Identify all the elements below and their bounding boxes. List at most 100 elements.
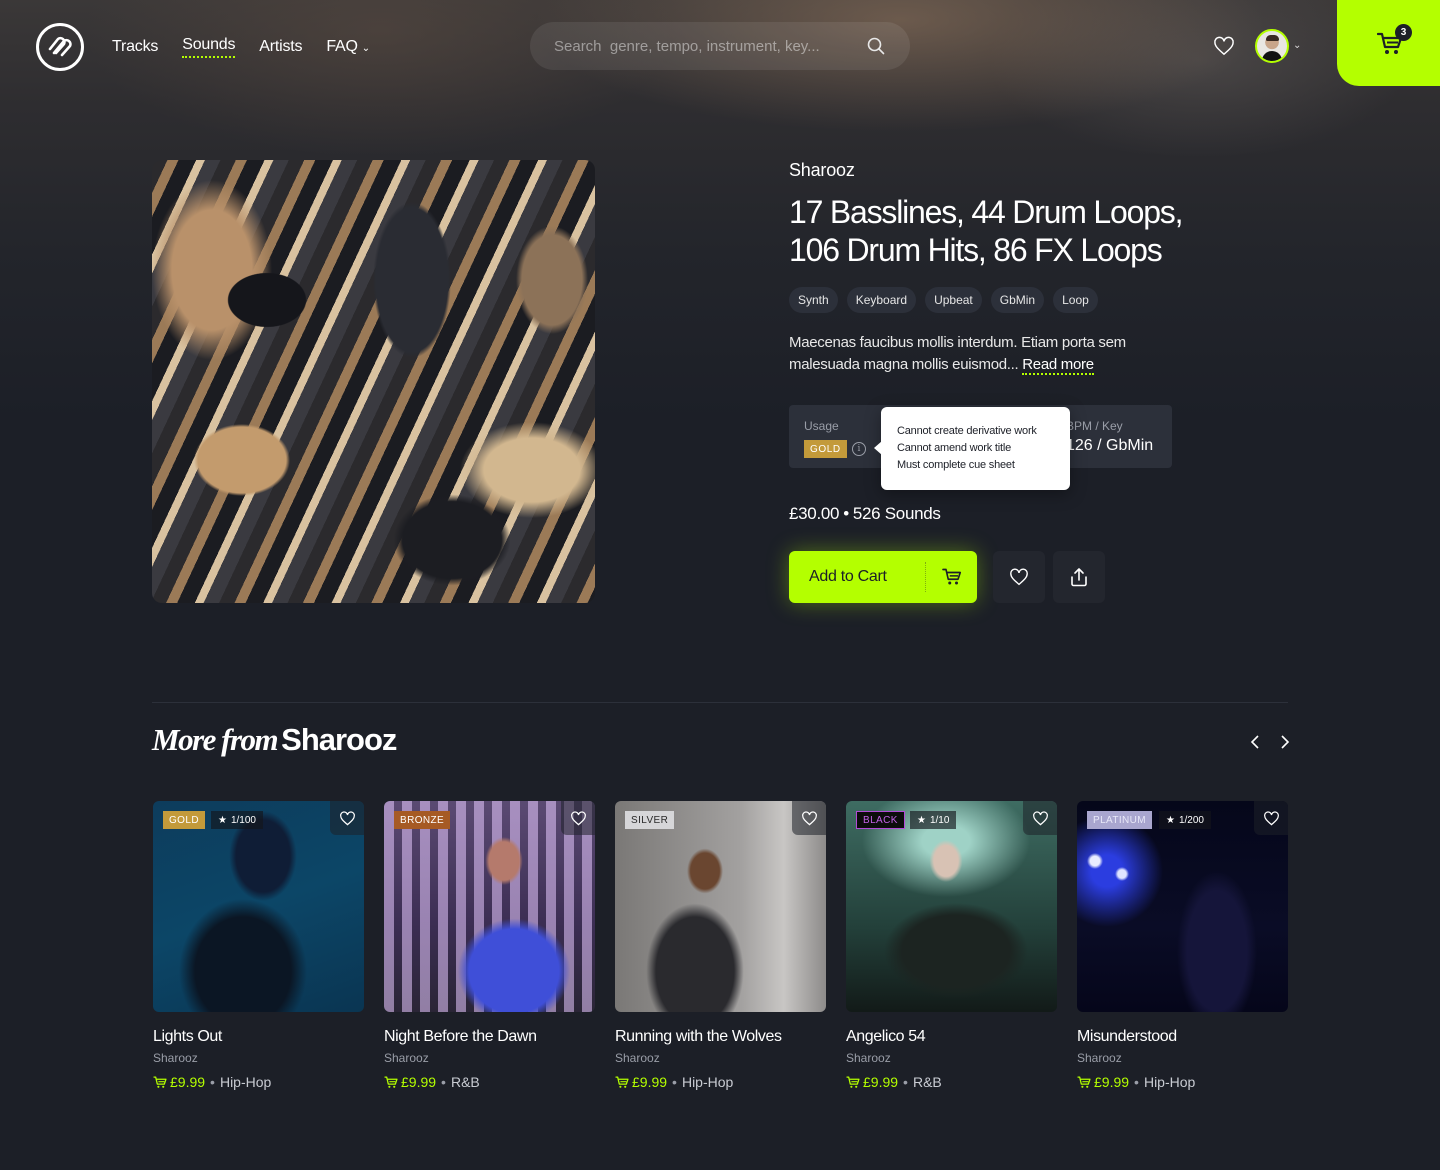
read-more-link[interactable]: Read more <box>1022 356 1094 375</box>
card-title[interactable]: Angelico 54 <box>846 1028 1057 1046</box>
cart-icon[interactable] <box>153 1075 167 1089</box>
price-line: £30.00 • 526 Sounds <box>789 504 941 524</box>
chevron-left-icon <box>1250 735 1259 749</box>
tooltip-line: Cannot amend work title <box>897 442 1012 454</box>
add-to-cart-label: Add to Cart <box>809 568 887 585</box>
card-image[interactable]: BRONZE <box>384 801 595 1012</box>
card-title[interactable]: Night Before the Dawn <box>384 1028 595 1046</box>
cart-icon[interactable] <box>846 1075 860 1089</box>
share-button[interactable] <box>1053 551 1105 603</box>
sound-card: PLATINUM ★ 1/200 Misunderstood Sharooz £9… <box>1077 801 1288 1090</box>
card-title[interactable]: Misunderstood <box>1077 1028 1288 1046</box>
sound-count: 526 Sounds <box>852 504 941 523</box>
edition-badge: ★ 1/200 <box>1159 811 1211 829</box>
album-cover <box>152 160 595 603</box>
separator: • <box>210 1074 215 1090</box>
separator: • <box>843 504 849 523</box>
button-divider <box>925 562 926 592</box>
card-price: £9.99 <box>170 1074 206 1090</box>
star-icon: ★ <box>917 814 926 826</box>
chevron-down-icon[interactable]: ⌄ <box>1293 40 1301 51</box>
favorite-button[interactable] <box>993 551 1045 603</box>
card-artist[interactable]: Sharooz <box>153 1051 364 1065</box>
chevron-down-icon: ⌄ <box>361 42 370 54</box>
user-avatar[interactable] <box>1255 29 1289 63</box>
more-from-heading: More from Sharooz <box>152 722 397 758</box>
tag-chip[interactable]: Synth <box>789 287 838 313</box>
carousel-prev-button[interactable] <box>1245 731 1265 753</box>
card-favorite-button[interactable] <box>1254 801 1288 835</box>
card-genre: Hip-Hop <box>219 1074 272 1090</box>
nav-artists[interactable]: Artists <box>259 36 302 58</box>
card-artist[interactable]: Sharooz <box>846 1051 1057 1065</box>
tooltip-line: Cannot create derivative work <box>897 425 1037 437</box>
product-title: 17 Basslines, 44 Drum Loops, 106 Drum Hi… <box>789 194 1183 268</box>
nav-tracks[interactable]: Tracks <box>112 36 158 58</box>
edition-text: 1/200 <box>1178 814 1204 826</box>
product-price: £30.00 <box>789 504 840 523</box>
card-favorite-button[interactable] <box>330 801 364 835</box>
card-price-line: £9.99 • Hip-Hop <box>153 1074 364 1090</box>
sound-card: BLACK ★ 1/10 Angelico 54 Sharooz £9.99 • … <box>846 801 1057 1090</box>
info-icon[interactable]: i <box>852 442 866 456</box>
cart-icon[interactable] <box>1077 1075 1091 1089</box>
nav-faq[interactable]: FAQ ⌄ <box>326 36 370 58</box>
cart-count-badge: 3 <box>1395 24 1412 41</box>
star-icon: ★ <box>218 814 227 826</box>
card-image[interactable]: PLATINUM ★ 1/200 <box>1077 801 1288 1012</box>
cart-icon[interactable] <box>384 1075 398 1089</box>
product-description: Maecenas faucibus mollis interdum. Etiam… <box>789 332 1169 376</box>
search-input[interactable] <box>554 37 866 55</box>
usage-label: Usage <box>804 419 839 433</box>
heart-icon[interactable] <box>1213 36 1235 56</box>
search-icon[interactable] <box>866 36 886 56</box>
site-header: Tracks Sounds Artists FAQ⌄ ⌄ 3 <box>0 0 1440 92</box>
chevron-right-icon <box>1281 735 1290 749</box>
tag-chip[interactable]: Loop <box>1053 287 1098 313</box>
heart-icon <box>1010 568 1028 586</box>
heart-icon <box>1263 810 1279 825</box>
card-artist[interactable]: Sharooz <box>384 1051 595 1065</box>
cart-icon[interactable] <box>615 1075 629 1089</box>
heart-icon <box>339 810 355 825</box>
heart-icon <box>1032 810 1048 825</box>
sound-card: GOLD ★ 1/100 Lights Out Sharooz £9.99 • H… <box>153 801 364 1090</box>
section-divider <box>152 702 1288 703</box>
card-carousel: GOLD ★ 1/100 Lights Out Sharooz £9.99 • H… <box>153 801 1288 1090</box>
heart-icon <box>801 810 817 825</box>
nav-sounds[interactable]: Sounds <box>182 36 235 58</box>
nav-artists-label: Artists <box>259 38 303 55</box>
logo-icon <box>48 36 72 57</box>
star-icon: ★ <box>1166 814 1175 826</box>
usage-tooltip: Cannot create derivative work Cannot ame… <box>874 407 1070 490</box>
card-genre: Hip-Hop <box>681 1074 734 1090</box>
tag-chip[interactable]: Upbeat <box>925 287 982 313</box>
tier-badge: SILVER <box>625 811 675 829</box>
card-artist[interactable]: Sharooz <box>615 1051 826 1065</box>
card-favorite-button[interactable] <box>561 801 595 835</box>
card-title[interactable]: Running with the Wolves <box>615 1028 826 1046</box>
card-artist[interactable]: Sharooz <box>1077 1051 1288 1065</box>
carousel-next-button[interactable] <box>1275 731 1295 753</box>
brand-logo[interactable] <box>36 23 84 71</box>
card-title[interactable]: Lights Out <box>153 1028 364 1046</box>
tier-badge: PLATINUM <box>1087 811 1153 829</box>
cart-icon <box>942 568 962 585</box>
card-image[interactable]: BLACK ★ 1/10 <box>846 801 1057 1012</box>
add-to-cart-button[interactable]: Add to Cart <box>789 551 977 603</box>
sound-card: BRONZE Night Before the Dawn Sharooz £9.… <box>384 801 595 1090</box>
more-from-label: More from <box>152 722 279 757</box>
product-artist[interactable]: Sharooz <box>789 160 855 181</box>
sound-card: SILVER Running with the Wolves Sharooz £… <box>615 801 826 1090</box>
share-icon <box>1071 568 1087 587</box>
tag-chip[interactable]: GbMin <box>990 287 1045 313</box>
card-image[interactable]: GOLD ★ 1/100 <box>153 801 364 1012</box>
bpm-key-value: 126 / GbMin <box>1066 437 1154 454</box>
tag-chip[interactable]: Keyboard <box>846 287 917 313</box>
card-price-line: £9.99 • R&B <box>846 1074 1057 1090</box>
card-favorite-button[interactable] <box>792 801 826 835</box>
card-favorite-button[interactable] <box>1023 801 1057 835</box>
cart-button[interactable]: 3 <box>1337 0 1440 86</box>
card-genre: R&B <box>912 1074 942 1090</box>
card-image[interactable]: SILVER <box>615 801 826 1012</box>
